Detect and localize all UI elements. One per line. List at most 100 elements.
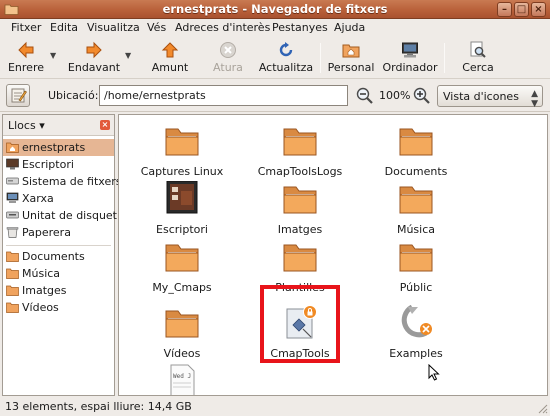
sidebar-item-filesystem[interactable]: Sistema de fitxers — [3, 173, 121, 190]
stop-button[interactable]: Atura — [207, 37, 249, 79]
trash-icon — [6, 227, 19, 238]
close-sidebar-icon[interactable]: × — [100, 120, 110, 130]
edit-location-icon — [11, 88, 27, 103]
menu-edit[interactable]: Edita — [50, 21, 78, 34]
file-item[interactable]: My_Cmaps — [127, 239, 237, 299]
arrow-left-icon — [18, 41, 34, 59]
file-item[interactable]: Imatges — [245, 181, 355, 241]
sidebar-separator — [6, 245, 111, 246]
file-item[interactable]: Escriptori — [127, 181, 237, 241]
forward-button[interactable]: Endavant — [66, 37, 122, 79]
mouse-cursor-icon — [428, 364, 440, 381]
title-bar[interactable]: ernestprats - Navegador de fitxers – □ × — [0, 0, 550, 19]
stop-icon — [220, 42, 236, 58]
arrow-right-icon — [86, 41, 102, 59]
folder-icon — [165, 244, 199, 272]
menu-tabs[interactable]: Pestanyes — [272, 21, 328, 34]
drive-icon — [6, 177, 19, 185]
icon-view[interactable]: Captures Linux CmapToolsLogs Documents E… — [118, 114, 548, 396]
text-document-icon: Wed J — [170, 364, 195, 395]
file-item[interactable]: Documents — [361, 123, 471, 183]
network-icon — [6, 192, 19, 203]
file-item[interactable]: Captures Linux — [127, 123, 237, 183]
folder-icon — [283, 244, 317, 272]
file-item[interactable]: Públic — [361, 239, 471, 299]
sidebar-item-network[interactable]: Xarxa — [3, 190, 114, 207]
window-title: ernestprats - Navegador de fitxers — [162, 2, 388, 16]
reload-icon — [279, 42, 293, 57]
folder-icon — [165, 128, 199, 156]
location-input[interactable] — [99, 85, 348, 106]
sidebar-item-trash[interactable]: Paperera — [3, 224, 114, 241]
sidebar-title-dropdown[interactable]: Llocs ▾ — [8, 119, 45, 132]
status-text: 13 elements, espai lliure: 14,4 GB — [5, 400, 192, 413]
close-button[interactable]: × — [531, 2, 546, 17]
menu-bar: Fitxer Edita Visualitza Vés Adreces d'in… — [0, 19, 550, 37]
view-mode-select[interactable]: Vista d'icones ▲ ▼ — [437, 85, 543, 109]
zoom-level: 100% — [379, 89, 411, 102]
home-folder-icon — [342, 44, 360, 58]
toolbar: Enrere ▼ Endavant ▼ Amunt Atura Actualit… — [0, 37, 550, 79]
location-label: Ubicació: — [48, 89, 99, 102]
folder-icon — [283, 128, 317, 156]
minimize-button[interactable]: – — [497, 2, 512, 17]
arrow-up-icon — [161, 42, 179, 58]
sidebar-item-music[interactable]: Música — [3, 265, 114, 282]
back-button[interactable]: Enrere — [4, 37, 48, 79]
sidebar-item-pictures[interactable]: Imatges — [3, 282, 114, 299]
folder-icon — [6, 268, 19, 279]
home-folder-icon — [6, 142, 19, 153]
file-item[interactable]: CmapToolsLogs — [245, 123, 355, 183]
zoom-out-button[interactable] — [355, 86, 374, 105]
sidebar-item-desktop[interactable]: Escriptori — [3, 156, 114, 173]
home-button[interactable]: Personal — [326, 37, 376, 79]
symlink-icon — [401, 305, 432, 338]
menu-bookmarks[interactable]: Adreces d'interès — [175, 21, 270, 34]
search-icon — [470, 41, 486, 58]
desktop-icon — [6, 158, 19, 170]
file-item[interactable]: Wed J — [127, 363, 237, 395]
toolbar-separator — [444, 43, 445, 73]
folder-icon — [6, 285, 19, 296]
sidebar-item-videos[interactable]: Vídeos — [3, 299, 114, 316]
file-item[interactable]: Vídeos — [127, 305, 237, 365]
chevron-down-icon: ▲ ▼ — [531, 89, 538, 109]
menu-help[interactable]: Ajuda — [334, 21, 365, 34]
toggle-location-button[interactable] — [6, 84, 30, 107]
highlight-box — [260, 285, 340, 363]
desktop-folder-icon — [166, 181, 198, 214]
folder-icon — [165, 310, 199, 338]
file-item[interactable]: Examples — [361, 305, 471, 365]
computer-button[interactable]: Ordinador — [381, 37, 439, 79]
places-sidebar: Llocs ▾ × ernestprats Escriptori Sistema… — [2, 114, 121, 396]
back-history-dropdown-icon[interactable]: ▼ — [50, 51, 56, 60]
maximize-button[interactable]: □ — [514, 2, 529, 17]
sidebar-item-floppy[interactable]: Unitat de disquet — [3, 207, 117, 224]
sidebar-header: Llocs ▾ × — [3, 115, 114, 136]
menu-view[interactable]: Visualitza — [87, 21, 140, 34]
menu-go[interactable]: Vés — [147, 21, 166, 34]
document-preview-text: Wed J — [173, 373, 191, 380]
forward-history-dropdown-icon[interactable]: ▼ — [125, 51, 131, 60]
resize-grip-icon[interactable] — [536, 402, 548, 414]
folder-icon — [6, 302, 19, 313]
folder-icon — [283, 186, 317, 214]
sidebar-item-documents[interactable]: Documents — [3, 248, 114, 265]
computer-icon — [402, 42, 418, 58]
menu-file[interactable]: Fitxer — [11, 21, 41, 34]
location-bar: Ubicació: 100% Vista d'icones ▲▼ — [0, 80, 550, 112]
search-button[interactable]: Cerca — [454, 37, 502, 79]
zoom-in-button[interactable] — [412, 86, 431, 105]
reload-button[interactable]: Actualitza — [257, 37, 315, 79]
view-mode-value: Vista d'icones — [443, 90, 519, 103]
file-item[interactable]: Música — [361, 181, 471, 241]
floppy-icon — [6, 211, 19, 219]
zoom-out-icon — [356, 87, 373, 104]
up-button[interactable]: Amunt — [147, 37, 193, 79]
toolbar-separator — [320, 43, 321, 73]
zoom-in-icon — [413, 87, 430, 104]
sidebar-item-home[interactable]: ernestprats — [3, 139, 114, 156]
folder-icon — [6, 251, 19, 262]
folder-icon — [399, 244, 433, 272]
folder-icon — [399, 186, 433, 214]
